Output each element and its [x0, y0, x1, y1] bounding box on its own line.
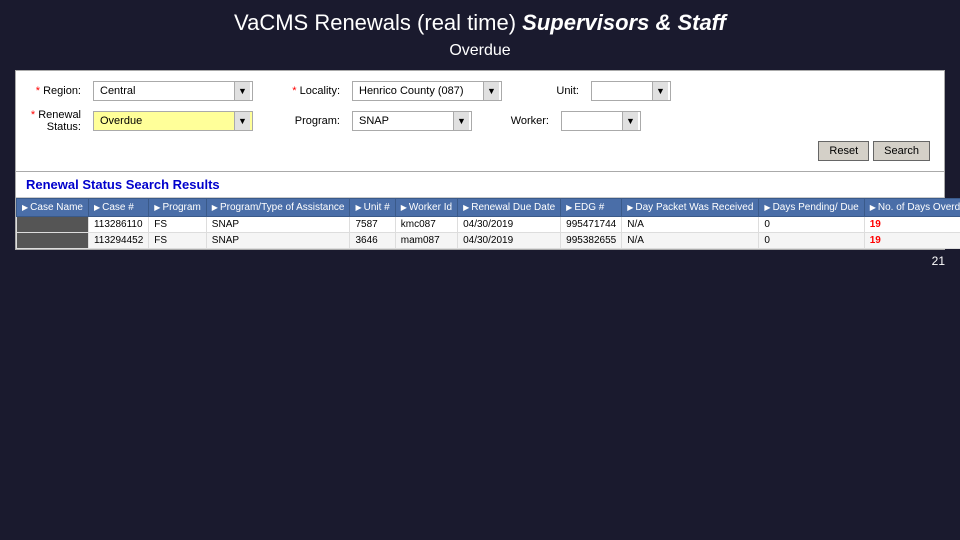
table-cell: 19	[864, 217, 960, 233]
table-cell: kmc087	[395, 217, 457, 233]
table-header-row: ▶Case Name ▶Case # ▶Program ▶Program/Typ…	[17, 199, 960, 217]
results-section: Renewal Status Search Results ▶Case Name…	[15, 172, 945, 250]
table-cell: 113286110	[88, 217, 148, 233]
table-cell: 7587	[350, 217, 395, 233]
renewal-status-dropdown-arrow[interactable]: ▼	[234, 112, 250, 130]
col-case-num[interactable]: ▶Case #	[88, 199, 148, 217]
results-header: Renewal Status Search Results	[16, 172, 944, 198]
table-cell: 04/30/2019	[458, 217, 561, 233]
locality-dropdown-arrow[interactable]: ▼	[483, 82, 499, 100]
col-day-packet[interactable]: ▶Day Packet Was Received	[622, 199, 759, 217]
col-days-overdue[interactable]: ▶No. of Days Overdue	[864, 199, 960, 217]
program-dropdown-arrow[interactable]: ▼	[453, 112, 469, 130]
locality-value: Henrico County (087)	[355, 85, 483, 97]
worker-dropdown-arrow[interactable]: ▼	[622, 112, 638, 130]
search-button[interactable]: Search	[873, 141, 930, 161]
locality-select[interactable]: Henrico County (087) ▼	[352, 81, 502, 101]
table-cell: 113294452	[88, 233, 148, 249]
col-unit[interactable]: ▶Unit #	[350, 199, 395, 217]
subtitle: Overdue	[449, 42, 510, 60]
renewal-status-value: Overdue	[96, 115, 234, 127]
renewal-status-select[interactable]: Overdue ▼	[93, 111, 253, 131]
region-value: Central	[96, 85, 234, 97]
region-select[interactable]: Central ▼	[93, 81, 253, 101]
page-title: VaCMS Renewals (real time) Supervisors &…	[234, 10, 726, 36]
main-container: VaCMS Renewals (real time) Supervisors &…	[0, 0, 960, 540]
form-row-2: * Renewal Status: Overdue ▼ Program: SNA…	[30, 109, 930, 133]
col-days-pending[interactable]: ▶Days Pending/ Due	[759, 199, 864, 217]
col-edg[interactable]: ▶EDG #	[561, 199, 622, 217]
table-cell	[17, 233, 89, 249]
worker-label: Worker:	[498, 115, 553, 127]
table-cell: N/A	[622, 217, 759, 233]
table-cell: N/A	[622, 233, 759, 249]
locality-label: * Locality:	[289, 85, 344, 97]
table-cell: mam087	[395, 233, 457, 249]
table-cell: 995382655	[561, 233, 622, 249]
renewal-status-label: * Renewal Status:	[30, 109, 85, 133]
col-renewal-due[interactable]: ▶Renewal Due Date	[458, 199, 561, 217]
table-cell: SNAP	[206, 217, 350, 233]
btn-row: Reset Search	[30, 141, 930, 161]
table-cell	[17, 217, 89, 233]
results-table: ▶Case Name ▶Case # ▶Program ▶Program/Typ…	[16, 198, 960, 249]
col-worker-id[interactable]: ▶Worker Id	[395, 199, 457, 217]
table-cell: 04/30/2019	[458, 233, 561, 249]
form-panel: * Region: Central ▼ * Locality: Henrico …	[15, 70, 945, 172]
title-highlight: Supervisors & Staff	[522, 10, 726, 35]
table-cell: 3646	[350, 233, 395, 249]
form-row-1: * Region: Central ▼ * Locality: Henrico …	[30, 81, 930, 101]
unit-label: Unit:	[528, 85, 583, 97]
table-cell: 19	[864, 233, 960, 249]
worker-select[interactable]: ▼	[561, 111, 641, 131]
program-label: Program:	[289, 115, 344, 127]
program-value: SNAP	[355, 115, 453, 127]
unit-dropdown-arrow[interactable]: ▼	[652, 82, 668, 100]
unit-select[interactable]: ▼	[591, 81, 671, 101]
title-normal: VaCMS Renewals (real time)	[234, 10, 522, 35]
program-select[interactable]: SNAP ▼	[352, 111, 472, 131]
region-dropdown-arrow[interactable]: ▼	[234, 82, 250, 100]
table-cell: 0	[759, 233, 864, 249]
table-cell: SNAP	[206, 233, 350, 249]
col-case-name[interactable]: ▶Case Name	[17, 199, 89, 217]
table-row: 113286110FSSNAP7587kmc08704/30/201999547…	[17, 217, 960, 233]
col-prog-type[interactable]: ▶Program/Type of Assistance	[206, 199, 350, 217]
table-cell: FS	[149, 233, 207, 249]
page-number: 21	[15, 250, 945, 268]
region-label: * Region:	[30, 85, 85, 97]
col-program[interactable]: ▶Program	[149, 199, 207, 217]
table-cell: FS	[149, 217, 207, 233]
table-cell: 995471744	[561, 217, 622, 233]
table-cell: 0	[759, 217, 864, 233]
reset-button[interactable]: Reset	[818, 141, 869, 161]
table-row: 113294452FSSNAP3646mam08704/30/201999538…	[17, 233, 960, 249]
